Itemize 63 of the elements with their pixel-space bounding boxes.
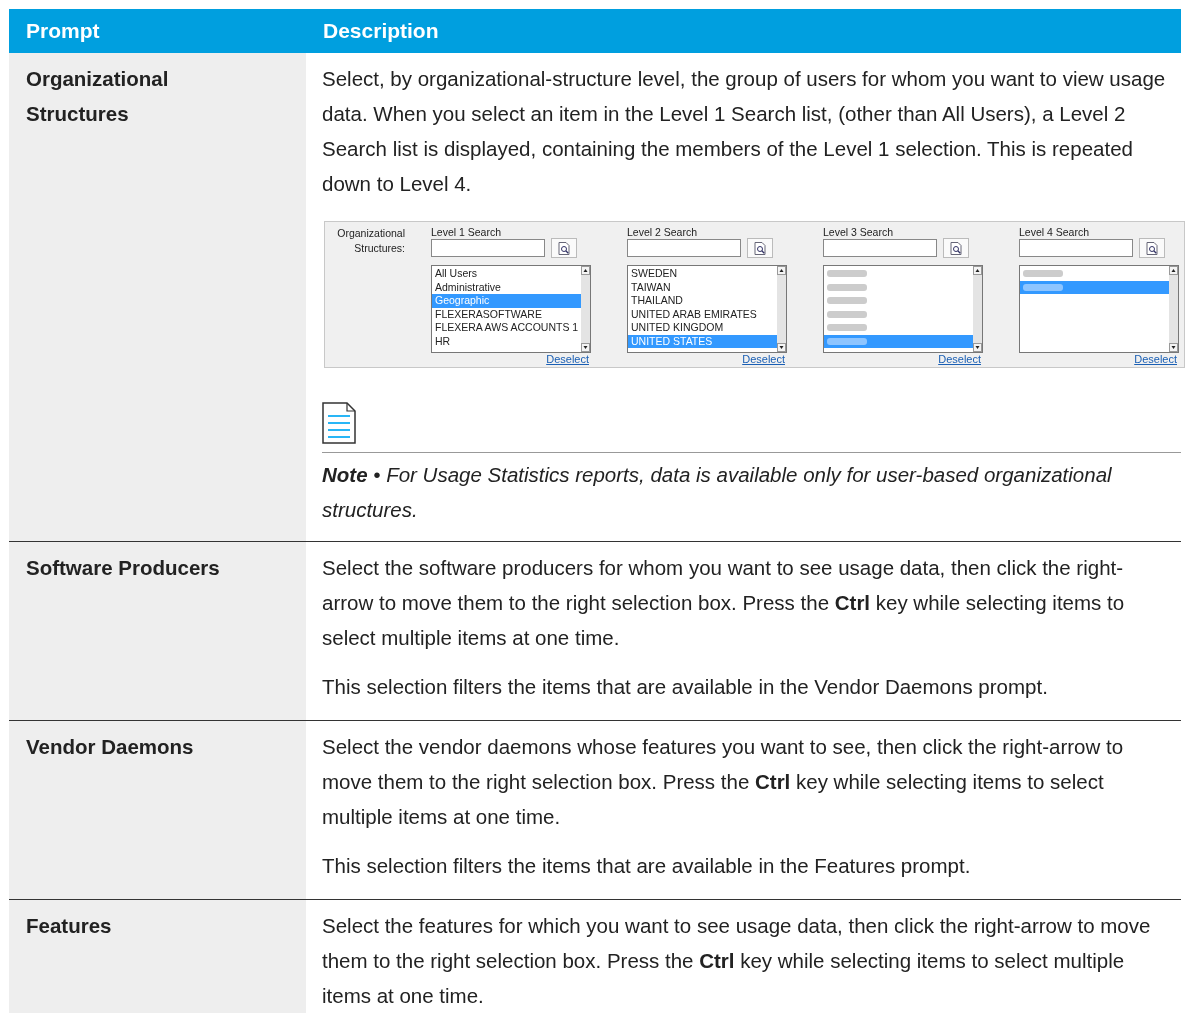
scroll-down-icon xyxy=(1169,343,1178,352)
description-text: Select the software producers for whom you want to see usage data, then click the right-arrow to move them to the right selection box. Press the Ctrl key while selecting items to select multiple items at one time. xyxy=(322,555,1126,651)
prompt-cell: Vendor Daemons xyxy=(9,721,306,899)
scroll-up-icon xyxy=(581,266,590,275)
description-text: This selection filters the items that are available in the Vendor Daemons prompt. xyxy=(322,674,1049,700)
column-header: Description xyxy=(322,19,440,43)
scroll-down-icon xyxy=(777,343,786,352)
description-text: Select, by organizational-structure level, the group of users for whom you want to view usage data. When you select an item in the Level 1 Search list, (other than All Users), a Level 2 Search list is displayed, containing the members of the Level 1 selection. This is repeated down to Level 4. xyxy=(322,66,1167,197)
scroll-up-icon xyxy=(777,266,786,275)
list-item[interactable]: FLEXERA AWS ACCOUNTS 1 xyxy=(432,321,581,335)
deselect-link[interactable]: Deselect xyxy=(742,353,785,365)
search-field[interactable] xyxy=(431,239,545,257)
description-text: Select the features for which you want to see usage data, then click the right-arrow to move them to the right selection box. Press the Ctrl key while selecting items to select multiple items at one time. xyxy=(322,913,1152,1009)
list-item[interactable]: SWEDEN xyxy=(628,267,777,281)
list-item[interactable]: TAIWAN xyxy=(628,280,777,294)
search-field[interactable] xyxy=(1019,239,1133,257)
list-item[interactable]: HR xyxy=(432,334,581,348)
search-icon xyxy=(754,241,766,255)
deselect-link[interactable]: Deselect xyxy=(938,353,981,365)
list-box[interactable] xyxy=(823,265,983,353)
scrollbar[interactable] xyxy=(581,266,590,352)
note-text: Note • For Usage Statistics reports, data is available only for user-based organizational structures. xyxy=(322,462,1113,523)
scroll-down-icon xyxy=(581,343,590,352)
search-field[interactable] xyxy=(823,239,937,257)
search-icon xyxy=(950,241,962,255)
list-item[interactable]: UNITED KINGDOM xyxy=(628,321,777,335)
field-label: Level 3 Search xyxy=(823,226,895,238)
list-item[interactable]: Administrative xyxy=(432,280,581,294)
search-button[interactable] xyxy=(1139,238,1165,258)
field-label: Level 1 Search xyxy=(431,226,503,238)
scroll-up-icon xyxy=(973,266,982,275)
list-item[interactable]: FLEXERASOFTWARE xyxy=(432,307,581,321)
field-label: Level 4 Search xyxy=(1019,226,1091,238)
description-text: This selection filters the items that are available in the Features prompt. xyxy=(322,853,972,879)
scrollbar[interactable] xyxy=(973,266,982,352)
search-icon xyxy=(558,241,570,255)
list-box[interactable] xyxy=(1019,265,1179,353)
scroll-down-icon xyxy=(973,343,982,352)
list-box[interactable]: All Users Administrative Geographic FLEXERASOFTWARE FLEXERA AWS ACCOUNTS 1 HR xyxy=(431,265,591,353)
list-item[interactable]: UNITED ARAB EMIRATES xyxy=(628,307,777,321)
field-label: Level 2 Search xyxy=(627,226,699,238)
blurred-list-item[interactable] xyxy=(824,334,973,348)
prompt-cell: Organizational Structures xyxy=(9,53,306,541)
column-header: Prompt xyxy=(25,19,101,43)
deselect-link[interactable]: Deselect xyxy=(546,353,589,365)
search-button[interactable] xyxy=(943,238,969,258)
scroll-up-icon xyxy=(1169,266,1178,275)
list-item[interactable]: All Users xyxy=(432,267,581,281)
scrollbar[interactable] xyxy=(777,266,786,352)
search-button[interactable] xyxy=(551,238,577,258)
description-text: Select the vendor daemons whose features you want to see, then click the right-arrow to move them to the right selection box. Press the Ctrl key while selecting items to select multiple items at one time. xyxy=(322,734,1125,830)
list-box[interactable]: SWEDEN TAIWAN THAILAND UNITED ARAB EMIRATES UNITED KINGDOM UNITED STATES xyxy=(627,265,787,353)
search-button[interactable] xyxy=(747,238,773,258)
search-icon xyxy=(1146,241,1158,255)
document-icon xyxy=(322,402,356,444)
list-item[interactable]: THAILAND xyxy=(628,294,777,308)
blurred-list-item[interactable] xyxy=(1020,280,1169,294)
search-field[interactable] xyxy=(627,239,741,257)
deselect-link[interactable]: Deselect xyxy=(1134,353,1177,365)
field-label: Organizational Structures: xyxy=(336,226,405,256)
scrollbar[interactable] xyxy=(1169,266,1178,352)
prompt-cell: Features xyxy=(9,900,306,1013)
prompt-cell: Software Producers xyxy=(9,542,306,720)
